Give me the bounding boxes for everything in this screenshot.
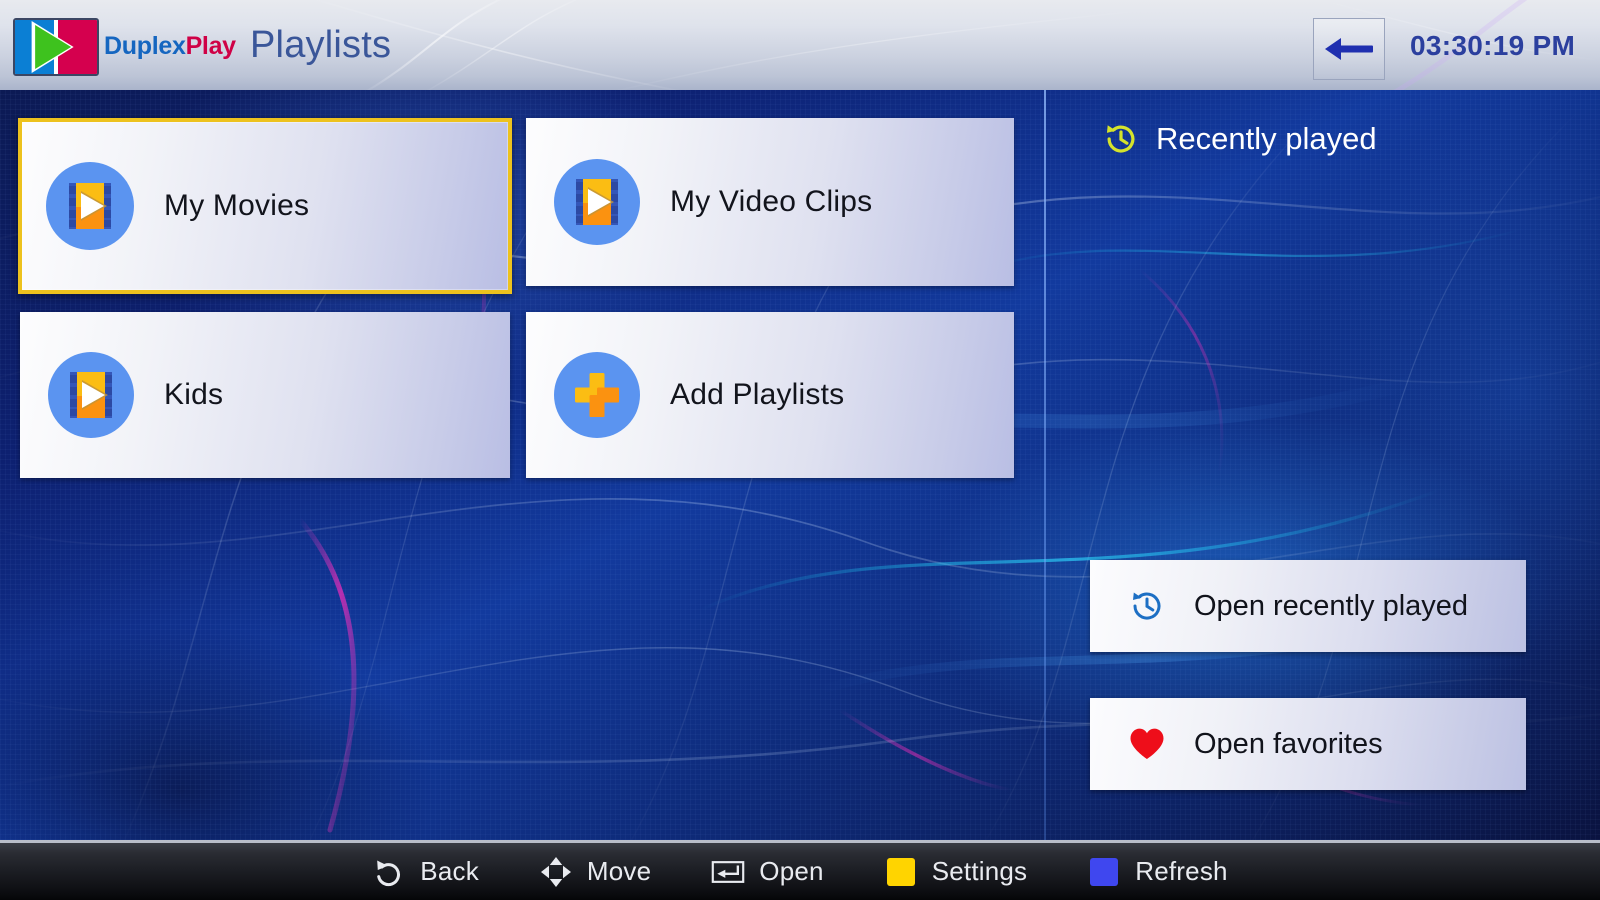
film-strip-glyph	[59, 175, 121, 237]
undo-arrow-icon	[372, 855, 406, 889]
recently-played-heading-label: Recently played	[1156, 121, 1377, 157]
brand-name-second: Play	[186, 32, 236, 60]
back-button[interactable]	[1313, 18, 1385, 80]
bottom-action-settings[interactable]: Settings	[884, 855, 1028, 889]
bottom-action-refresh[interactable]: Refresh	[1087, 855, 1227, 889]
history-icon	[1126, 586, 1168, 626]
history-icon	[1102, 120, 1140, 158]
recently-played-heading: Recently played	[1102, 120, 1377, 158]
open-recently-played-label: Open recently played	[1194, 590, 1468, 623]
right-panel: Recently played Open recently played	[1046, 90, 1600, 840]
playlist-tile-kids[interactable]: Kids	[20, 312, 510, 478]
yellow-swatch-icon	[884, 855, 918, 889]
open-recently-played-button[interactable]: Open recently played	[1090, 560, 1526, 652]
history-glyph	[1127, 586, 1167, 626]
page-title: Playlists	[250, 24, 391, 67]
playlist-tile-label: My Video Clips	[670, 185, 872, 219]
enter-key-icon	[711, 855, 745, 889]
playlists-grid: My Movies	[0, 90, 1044, 840]
bottom-action-label: Settings	[932, 856, 1028, 887]
bottom-action-bar: Back Move	[0, 840, 1600, 900]
film-play-icon	[554, 159, 640, 245]
playlist-tile-my-video-clips[interactable]: My Video Clips	[526, 118, 1014, 286]
play-triangle-icon	[35, 25, 71, 69]
heart-glyph	[1128, 726, 1166, 762]
open-favorites-button[interactable]: Open favorites	[1090, 698, 1526, 790]
refresh-color-swatch	[1090, 858, 1118, 886]
arrow-left-icon	[1323, 33, 1375, 65]
open-favorites-label: Open favorites	[1194, 728, 1383, 761]
heart-icon	[1126, 726, 1168, 762]
playlist-tile-label: Add Playlists	[670, 378, 844, 412]
bottom-action-label: Open	[759, 856, 823, 887]
film-strip-glyph	[566, 171, 628, 233]
playlist-tile-label: Kids	[164, 378, 223, 412]
bottom-action-back[interactable]: Back	[372, 855, 479, 889]
playlist-tile-add-playlists[interactable]: Add Playlists	[526, 312, 1014, 478]
playlist-tile-label: My Movies	[164, 189, 309, 223]
brand-name-first: Duplex	[104, 32, 186, 60]
film-play-icon	[46, 162, 134, 250]
playlist-tile-my-movies[interactable]: My Movies	[18, 118, 512, 294]
bottom-action-label: Refresh	[1135, 856, 1227, 887]
plus-glyph	[566, 364, 628, 426]
plus-icon	[554, 352, 640, 438]
bottom-action-open[interactable]: Open	[711, 855, 823, 889]
blue-swatch-icon	[1087, 855, 1121, 889]
bottom-action-move[interactable]: Move	[539, 855, 651, 889]
app-header: DuplexPlay Playlists 03:30:19 PM	[0, 0, 1600, 90]
duplexplay-screen: DuplexPlay Playlists 03:30:19 PM	[0, 0, 1600, 900]
film-play-icon	[48, 352, 134, 438]
duplexplay-logo-icon	[13, 18, 99, 76]
settings-color-swatch	[887, 858, 915, 886]
dpad-arrows-icon	[539, 855, 573, 889]
undo-arrow-glyph	[373, 856, 405, 888]
film-strip-glyph	[60, 364, 122, 426]
dpad-arrows-glyph	[539, 855, 573, 889]
brand-name: DuplexPlay	[104, 32, 236, 61]
clock-display: 03:30:19 PM	[1410, 30, 1575, 62]
enter-key-glyph	[711, 857, 745, 887]
bottom-action-label: Back	[420, 856, 479, 887]
bottom-action-label: Move	[587, 856, 651, 887]
